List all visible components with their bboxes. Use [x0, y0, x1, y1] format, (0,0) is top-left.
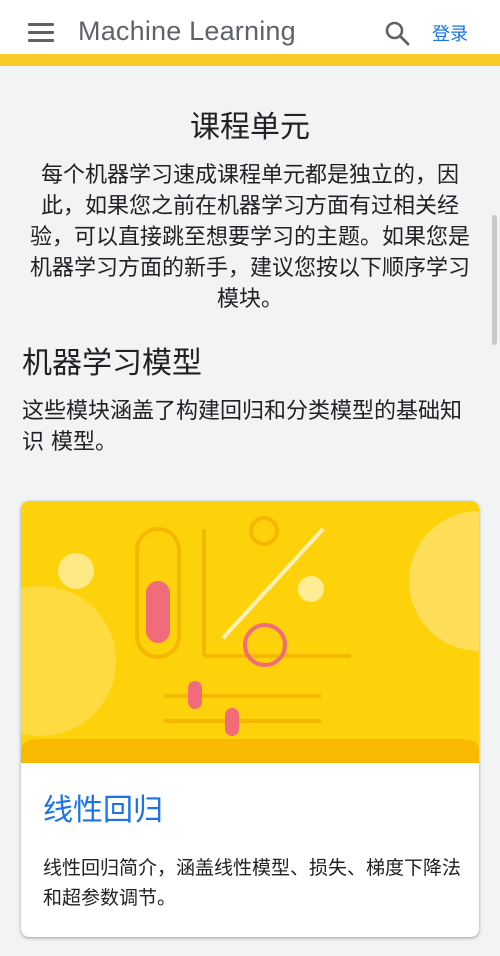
- course-card-linear-regression[interactable]: 线性回归 线性回归简介，涵盖线性模型、损失、梯度下降法和超参数调节。: [21, 501, 479, 937]
- group-heading: 机器学习模型: [22, 346, 202, 381]
- app-bar: Machine Learning 登录: [0, 0, 500, 66]
- group-description: 这些模块涵盖了构建回归和分类模型的基础知识 模型。: [22, 399, 463, 455]
- menu-icon[interactable]: [28, 23, 54, 43]
- card-title[interactable]: 线性回归: [43, 785, 163, 829]
- card-description: 线性回归简介，涵盖线性模型、损失、梯度下降法和超参数调节。: [43, 857, 462, 909]
- intro-text: 每个机器学习速成课程单元都是独立的，因此，如果您之前在机器学习方面有过相关经验，…: [29, 163, 470, 312]
- app-title[interactable]: Machine Learning: [78, 16, 296, 47]
- linear-regression-illustration: [21, 501, 479, 763]
- search-icon[interactable]: [384, 20, 410, 46]
- page-title: 课程单元: [190, 110, 310, 145]
- scrollbar[interactable]: [492, 215, 497, 345]
- login-link[interactable]: 登录: [432, 20, 468, 46]
